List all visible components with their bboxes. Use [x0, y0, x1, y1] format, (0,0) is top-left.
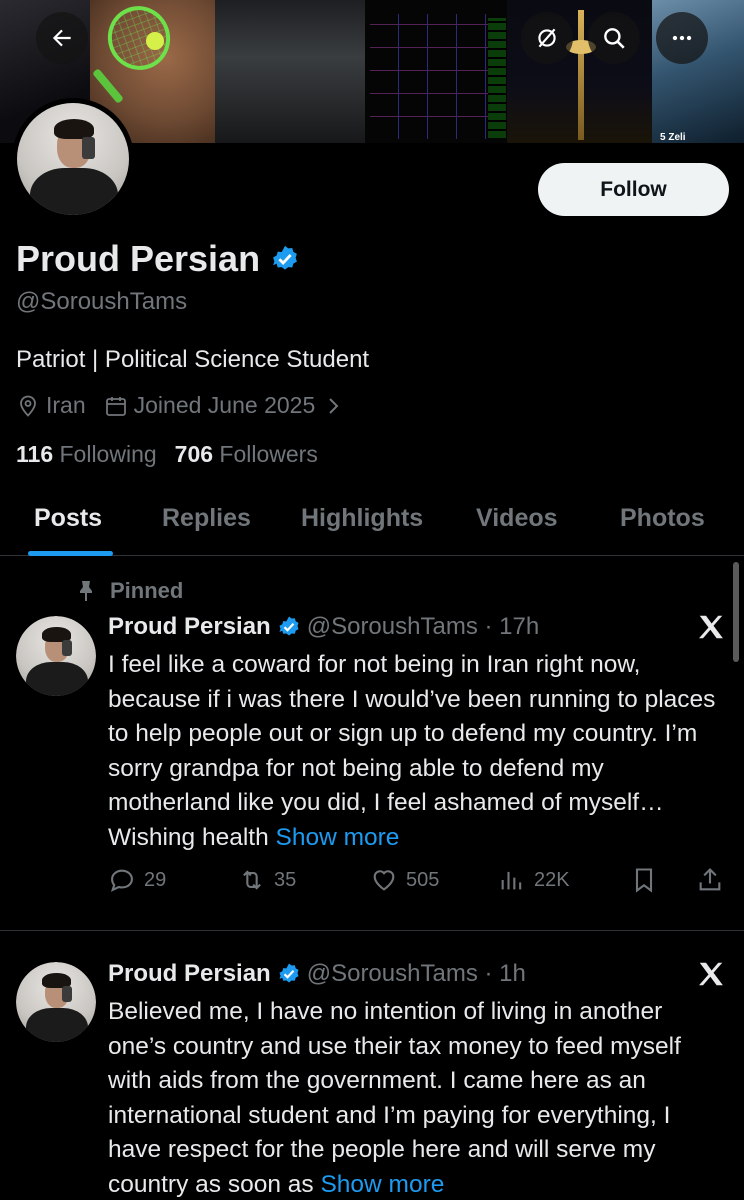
post-handle-time: @SoroushTams · 1h	[306, 960, 526, 987]
follow-button[interactable]: Follow	[538, 163, 729, 216]
avatar-phone	[62, 640, 72, 656]
views-icon	[501, 871, 522, 890]
mute-button[interactable]	[521, 12, 573, 64]
search-button[interactable]	[588, 12, 640, 64]
avatar-phone	[62, 986, 72, 1002]
reply-count: 29	[144, 868, 167, 891]
joined-text: Joined June 2025	[133, 392, 316, 418]
avatar-photo	[16, 616, 96, 696]
avatar-photo	[17, 103, 129, 215]
avatar-body	[25, 662, 88, 696]
post-text: I feel like a coward for not being in Ir…	[108, 651, 716, 851]
post-avatar[interactable]	[16, 616, 96, 696]
location-text: Iran	[46, 392, 86, 418]
profile-tabs: Posts Replies Highlights Videos Photos	[0, 488, 744, 556]
verified-badge-icon	[279, 616, 299, 636]
mute-icon	[538, 28, 556, 48]
location-icon	[20, 395, 36, 417]
post-divider	[0, 930, 744, 931]
stock-chart-image	[370, 14, 490, 139]
avatar-photo	[16, 962, 96, 1042]
chevron-right-icon[interactable]	[321, 394, 345, 418]
reply-icon	[110, 869, 133, 892]
pinned-indicator: Pinned	[76, 578, 183, 604]
scrollbar[interactable]	[733, 562, 739, 662]
pin-icon	[80, 581, 92, 601]
more-options-button[interactable]	[656, 12, 708, 64]
tennis-ball-image	[146, 32, 164, 50]
post-text: Believed me, I have no intention of livi…	[108, 998, 681, 1198]
following-label: Following	[59, 441, 157, 467]
reply-button[interactable]: 29	[108, 866, 166, 894]
avatar-body	[30, 167, 118, 215]
x-logo-icon[interactable]	[696, 612, 726, 642]
post-handle-time: @SoroushTams · 17h	[306, 613, 540, 640]
profile-name-row: Proud Persian	[16, 238, 300, 280]
bookmark-button[interactable]	[630, 866, 658, 894]
avatar-hair	[53, 118, 95, 139]
post-author-name[interactable]: Proud Persian	[108, 960, 271, 988]
active-tab-indicator	[28, 551, 113, 556]
post-body: Believed me, I have no intention of livi…	[108, 995, 724, 1200]
price-ticker-image	[488, 18, 506, 138]
search-icon	[604, 28, 625, 49]
show-more-link[interactable]: Show more	[276, 824, 400, 851]
repost-button[interactable]: 35	[238, 866, 296, 894]
bookmark-icon	[635, 868, 653, 893]
followers-count: 706	[174, 441, 214, 467]
post-header: Proud Persian @SoroushTams · 17h	[108, 613, 539, 641]
profile-handle: @SoroushTams	[16, 288, 188, 315]
repost-icon	[243, 870, 261, 890]
arrow-left-icon	[52, 29, 71, 47]
following-count: 116	[16, 441, 54, 467]
back-button[interactable]	[36, 12, 88, 64]
followers-link[interactable]: 706 Followers	[175, 441, 318, 468]
tab-replies[interactable]: Replies	[162, 504, 251, 533]
tab-videos[interactable]: Videos	[476, 504, 558, 533]
profile-meta: Iran Joined June 2025	[16, 392, 345, 419]
share-button[interactable]	[696, 866, 724, 894]
tab-highlights[interactable]: Highlights	[301, 504, 423, 533]
views-button[interactable]: 22K	[498, 866, 570, 894]
banner-overlay-text: 5 Zeli	[660, 132, 686, 143]
tab-posts[interactable]: Posts	[34, 504, 102, 533]
show-more-link[interactable]: Show more	[320, 1171, 444, 1198]
heart-icon	[373, 870, 395, 891]
like-button[interactable]: 505	[370, 866, 439, 894]
share-icon	[699, 868, 721, 891]
repost-count: 35	[274, 868, 297, 891]
more-icon	[672, 35, 692, 41]
post-body: I feel like a coward for not being in Ir…	[108, 648, 724, 855]
banner-tile	[215, 0, 365, 143]
post-author-name[interactable]: Proud Persian	[108, 613, 271, 641]
like-count: 505	[406, 868, 440, 891]
pinned-label: Pinned	[110, 578, 184, 603]
x-logo-icon[interactable]	[696, 959, 726, 989]
tab-photos[interactable]: Photos	[620, 504, 705, 533]
tower-image	[578, 10, 584, 140]
calendar-icon	[105, 396, 126, 416]
post-avatar[interactable]	[16, 962, 96, 1042]
avatar-phone	[81, 136, 96, 159]
post-header: Proud Persian @SoroushTams · 1h	[108, 960, 526, 988]
post-actions: 29 35 505 22K	[108, 866, 728, 902]
profile-stats: 116 Following 706 Followers	[16, 441, 318, 468]
view-count: 22K	[534, 868, 570, 891]
profile-bio: Patriot | Political Science Student	[16, 346, 370, 373]
verified-badge-icon[interactable]	[270, 244, 300, 274]
display-name: Proud Persian	[16, 238, 261, 279]
followers-label: Followers	[219, 441, 318, 467]
verified-badge-icon	[279, 963, 299, 983]
following-link[interactable]: 116 Following	[16, 441, 157, 468]
profile-avatar[interactable]	[12, 98, 134, 220]
avatar-body	[25, 1008, 88, 1042]
